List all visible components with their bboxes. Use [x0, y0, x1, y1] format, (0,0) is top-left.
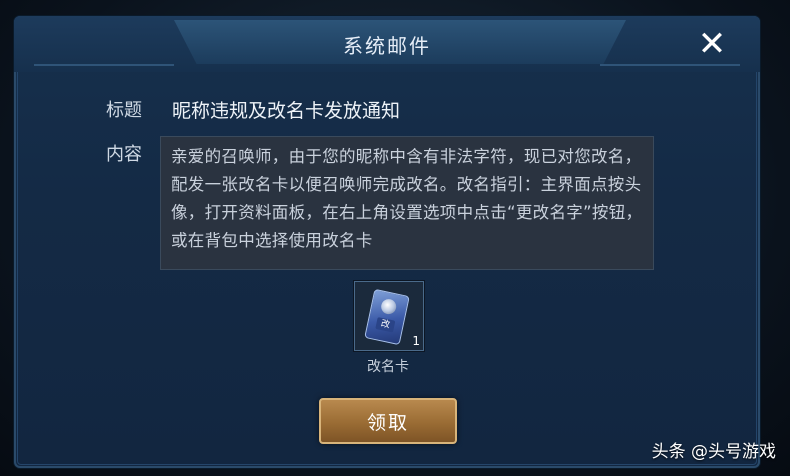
rename-card-icon: 改: [364, 288, 410, 346]
dialog-title: 系统邮件: [343, 34, 431, 58]
system-mail-dialog: 系统邮件 ✕ 标题 昵称违规及改名卡发放通知 内容 亲爱的召唤师，由于您的昵称中…: [14, 16, 760, 468]
header-divider-right: [600, 64, 740, 66]
card-mark: 改: [375, 317, 396, 333]
attachment-name: 改名卡: [367, 359, 409, 375]
header-divider-left: [34, 64, 174, 66]
watermark: 头条 @头号游戏: [651, 442, 776, 462]
close-button[interactable]: ✕: [694, 24, 730, 64]
subject-label: 标题: [106, 100, 142, 121]
content-label: 内容: [106, 144, 142, 165]
close-icon: ✕: [697, 24, 727, 64]
mail-content-box[interactable]: 亲爱的召唤师，由于您的昵称中含有非法字符，现已对您改名，配发一张改名卡以便召唤师…: [160, 136, 654, 270]
attachment-slot[interactable]: 改 1: [354, 281, 424, 351]
claim-button[interactable]: 领取: [319, 398, 457, 444]
card-gem: [379, 297, 398, 316]
item-count: 1: [412, 334, 420, 348]
mail-subject: 昵称违规及改名卡发放通知: [172, 100, 401, 122]
mail-content: 亲爱的召唤师，由于您的昵称中含有非法字符，现已对您改名，配发一张改名卡以便召唤师…: [171, 147, 643, 250]
